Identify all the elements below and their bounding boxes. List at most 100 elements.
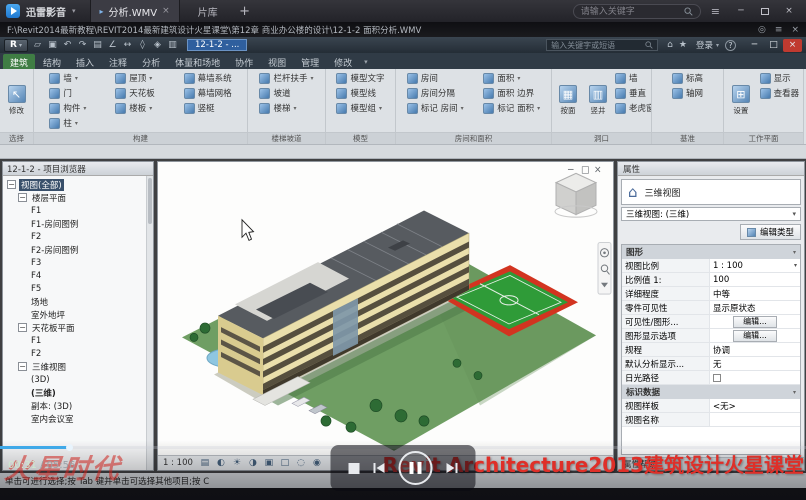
component-button[interactable]: 构件▾ [48, 101, 87, 115]
next-button[interactable] [447, 463, 458, 473]
aligned-dimension-icon[interactable]: ↔ [121, 40, 134, 50]
expander-floor-plans[interactable]: − [18, 193, 27, 202]
railing-dropdown-icon[interactable]: ▾ [311, 75, 314, 82]
opening-by-face-button[interactable]: ▦按面 [554, 71, 582, 130]
mullion-button[interactable]: 竖梃 [183, 101, 233, 115]
model-group-button[interactable]: 模型组▾ [335, 101, 385, 115]
ribbon-tab-1[interactable]: 建筑 [3, 54, 35, 69]
prop-value-visibility-graphics[interactable]: 编辑... [710, 315, 800, 328]
close-button[interactable]: × [778, 3, 800, 19]
tree-item-copy-3d[interactable]: 副本: (3D) [3, 399, 145, 412]
tree-item-ceiling-plans[interactable]: −天花板平面 [3, 321, 145, 334]
revit-minimize-button[interactable]: ─ [745, 39, 764, 52]
drawing-area[interactable]: ─ □ × [158, 162, 613, 455]
overlay-close-icon[interactable]: × [791, 25, 799, 35]
tree-item-floor-plans[interactable]: −楼层平面 [3, 191, 145, 204]
tree-item-f5[interactable]: F5 [3, 282, 145, 295]
area-dropdown-icon[interactable]: ▾ [517, 75, 520, 82]
undo-icon[interactable]: ↶ [61, 40, 74, 50]
player-brand[interactable]: 迅雷影音 [26, 4, 66, 19]
player-search[interactable] [573, 4, 701, 19]
revit-search-icon[interactable] [645, 41, 653, 49]
sheet-icon[interactable]: ▥ [166, 40, 179, 50]
wall-dropdown-icon[interactable]: ▾ [75, 75, 78, 82]
revit-search-input[interactable] [551, 41, 642, 50]
tree-item-f2-room-legend[interactable]: F2-房间图例 [3, 243, 145, 256]
sun-path-checkbox[interactable] [713, 374, 721, 382]
stair-button[interactable]: 楼梯▾ [258, 101, 314, 115]
snapshot-icon[interactable]: ◎ [758, 25, 766, 35]
level-button[interactable]: 标高 [671, 71, 704, 85]
tag-room-dropdown-icon[interactable]: ▾ [461, 105, 464, 112]
expander-ceiling-plans[interactable]: − [18, 323, 27, 332]
tab-close-icon[interactable]: × [162, 6, 170, 16]
tree-item-f4[interactable]: F4 [3, 269, 145, 282]
tree-item-ceiling-f1[interactable]: F1 [3, 334, 145, 347]
column-dropdown-icon[interactable]: ▾ [75, 120, 78, 127]
expander-3d-views[interactable]: − [18, 362, 27, 371]
ceiling-button[interactable]: 天花板 [114, 86, 156, 100]
open-icon[interactable]: ▱ [31, 40, 44, 50]
graphic-display-options-edit-button[interactable]: 编辑... [733, 330, 777, 342]
revit-close-button[interactable]: × [783, 39, 802, 52]
tree-item-3d[interactable]: (3D) [3, 373, 145, 386]
ribbon-tab-10[interactable]: 修改 [327, 54, 359, 69]
show-work-plane-button[interactable]: 显示 [759, 71, 801, 85]
detail-level-icon[interactable]: ▤ [199, 458, 211, 468]
scrollbar-thumb[interactable] [148, 178, 152, 224]
tree-item-f1-room-legend[interactable]: F1-房间图例 [3, 217, 145, 230]
group-collapse-icon[interactable]: ▾ [793, 389, 796, 396]
tree-item-3d-default[interactable]: (三维) [3, 386, 145, 399]
tab-video[interactable]: ▸ 分析.WMV × [90, 0, 180, 22]
ribbon-tab-6[interactable]: 体量和场地 [168, 54, 227, 69]
ribbon-tab-5[interactable]: 分析 [135, 54, 167, 69]
floor-button[interactable]: 楼板▾ [114, 101, 156, 115]
tag-area-dropdown-icon[interactable]: ▾ [537, 105, 540, 112]
print-icon[interactable]: ▤ [91, 40, 104, 50]
measure-icon[interactable]: ∠ [106, 40, 119, 50]
crop-region-icon[interactable]: □ [279, 458, 291, 468]
component-dropdown-icon[interactable]: ▾ [83, 105, 86, 112]
sun-path-icon[interactable]: ☀ [231, 458, 243, 468]
edit-type-button[interactable]: 编辑类型 [740, 224, 801, 240]
shaft-button[interactable]: ▥竖井 [584, 71, 612, 130]
wall-button[interactable]: 墙▾ [48, 71, 87, 85]
crop-view-icon[interactable]: ▣ [263, 458, 275, 468]
ribbon-tab-8[interactable]: 视图 [261, 54, 293, 69]
railing-button[interactable]: 栏杆扶手▾ [258, 71, 314, 85]
ramp-button[interactable]: 坡道 [258, 86, 314, 100]
prop-value-detail-level[interactable]: 中等 [710, 287, 800, 300]
roof-button[interactable]: 屋顶▾ [114, 71, 156, 85]
wall-opening-button[interactable]: 墙 [614, 71, 649, 85]
default-3d-view-icon[interactable]: ◈ [151, 40, 164, 50]
pause-button[interactable] [399, 451, 433, 485]
ribbon-tab-4[interactable]: 注释 [102, 54, 134, 69]
curtain-system-button[interactable]: 幕墙系统 [183, 71, 233, 85]
reveal-hidden-icon[interactable]: ◉ [311, 458, 323, 468]
model-text-button[interactable]: 模型文字 [335, 71, 385, 85]
main-menu-icon[interactable]: ≡ [707, 5, 724, 18]
minimize-button[interactable]: ─ [730, 3, 752, 19]
viewcube[interactable] [555, 173, 597, 217]
tree-item-f1[interactable]: F1 [3, 204, 145, 217]
viewer-button[interactable]: 查看器 [759, 86, 801, 100]
tree-item-interior-meeting-room[interactable]: 室内会议室 [3, 412, 145, 425]
room-button[interactable]: 房间 [406, 71, 465, 85]
stair-dropdown-icon[interactable]: ▾ [294, 105, 297, 112]
instance-selector[interactable]: 三维视图: (三维) ▾ [621, 207, 801, 221]
previous-button[interactable] [374, 463, 385, 473]
tree-item-views-all[interactable]: −视图(全部) [3, 178, 145, 191]
brand-menu-arrow-icon[interactable]: ▾ [72, 7, 76, 15]
tree-item-f2[interactable]: F2 [3, 230, 145, 243]
prop-value-scale-value[interactable]: 100 [710, 273, 800, 286]
model-group-dropdown-icon[interactable]: ▾ [379, 105, 382, 112]
temporary-hide-icon[interactable]: ◌ [295, 458, 307, 468]
ribbon-tab-9[interactable]: 管理 [294, 54, 326, 69]
prop-value-view-name[interactable] [710, 413, 800, 426]
ribbon-tab-2[interactable]: 结构 [36, 54, 68, 69]
tag-icon[interactable]: ◊ [136, 40, 149, 50]
stop-button[interactable] [349, 463, 360, 474]
video-area[interactable]: F:\Revit2014最新教程\REVIT2014最新建筑设计火星课堂\第12… [0, 22, 806, 500]
prop-value-sun-path[interactable] [710, 371, 800, 384]
tree-item-exterior-grade[interactable]: 室外地坪 [3, 308, 145, 321]
